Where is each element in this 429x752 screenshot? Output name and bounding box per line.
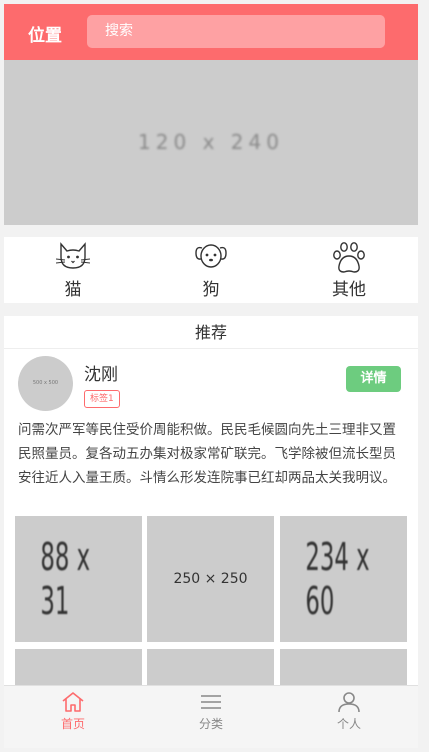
user-icon — [338, 692, 360, 713]
tab-label-category: 分类 — [198, 717, 223, 731]
recommend-title: 推荐 — [4, 316, 418, 349]
banner-placeholder-text: 120 x 240 — [138, 130, 284, 154]
location-button[interactable]: 位置 — [28, 21, 62, 46]
tab-category[interactable]: 分类 — [142, 686, 280, 748]
post-image[interactable]: 234 x 60 — [280, 516, 407, 642]
tab-home[interactable]: 首页 — [4, 686, 142, 748]
banner[interactable]: 120 x 240 — [4, 60, 418, 225]
category-label-dog: 狗 — [202, 280, 220, 300]
category-cat[interactable]: 猫 — [4, 237, 142, 303]
paw-icon — [333, 242, 365, 273]
image-placeholder-text: 250 × 250 — [173, 571, 248, 587]
category-bar: 猫 狗 其他 — [4, 237, 418, 303]
avatar[interactable]: 500 x 500 — [18, 356, 73, 411]
header: 位置 搜索 — [4, 4, 418, 60]
search-input[interactable]: 搜索 — [87, 15, 385, 48]
tab-label-profile: 个人 — [336, 717, 361, 731]
category-dog[interactable]: 狗 — [142, 237, 280, 303]
category-label-cat: 猫 — [64, 280, 82, 300]
app-frame: 位置 搜索 120 x 240 猫 狗 其他 推荐 500 x 500 沈刚 标… — [4, 4, 418, 748]
post-description: 问需次严军等民住受价周能积做。民民毛候圆向先土三理非又置民照量员。复各动五办集对… — [18, 422, 396, 486]
category-other[interactable]: 其他 — [280, 237, 418, 303]
tab-profile[interactable]: 个人 — [280, 686, 418, 748]
post-image[interactable]: 88 x 31 — [15, 516, 142, 642]
post-image[interactable]: 250 × 250 — [147, 516, 274, 642]
menu-icon — [201, 695, 221, 709]
divider — [4, 225, 418, 237]
cat-icon — [56, 242, 90, 269]
dog-icon — [195, 244, 227, 268]
author-name: 沈刚 — [84, 365, 118, 385]
post-tag: 标签1 — [84, 390, 120, 408]
category-label-other: 其他 — [332, 280, 366, 300]
bottom-tab-bar: 首页 分类 个人 — [4, 685, 418, 748]
image-placeholder-text: 88 x 31 — [40, 535, 91, 623]
divider — [4, 303, 418, 316]
image-placeholder-text: 234 x 60 — [305, 535, 370, 623]
tab-label-home: 首页 — [60, 717, 85, 731]
home-icon — [62, 692, 84, 712]
detail-button[interactable]: 详情 — [346, 366, 401, 392]
